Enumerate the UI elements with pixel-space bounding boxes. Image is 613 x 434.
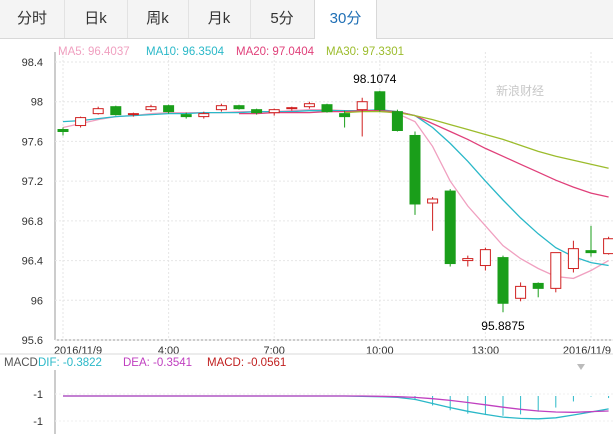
candle-body xyxy=(145,106,157,111)
x-tick-label: 13:00 xyxy=(472,345,500,357)
x-tick-label: 4:00 xyxy=(158,345,179,357)
candlestick-chart: 98.4 98 97.6 97.2 96.8 96.4 96 95.6 2016/11/9 4:0… xyxy=(0,46,613,434)
dif-line xyxy=(63,395,609,420)
ma-legend-3: MA30: 97.3301 xyxy=(326,46,404,58)
candle-body xyxy=(268,109,280,114)
candle-body xyxy=(427,198,439,204)
scroll-down-icon xyxy=(577,364,585,370)
tab-5[interactable]: 30分 xyxy=(314,0,377,39)
x-tick-label: 2016/11/9 xyxy=(563,345,611,357)
candle-body xyxy=(233,105,245,110)
tab-0[interactable]: 分时 xyxy=(0,0,65,38)
macd-legend-2: DEA: -0.3541 xyxy=(123,357,192,369)
ma-legend-2: MA20: 97.0404 xyxy=(236,46,315,58)
candle-body xyxy=(215,105,227,111)
period-tab-bar: 分时 日k 周k 月k 5分 30分 xyxy=(0,0,613,39)
macd-legend-1: DIF: -0.3822 xyxy=(38,357,102,369)
candle-body xyxy=(321,104,333,113)
candle-body xyxy=(567,248,579,270)
candle-body xyxy=(585,250,597,254)
dea-line xyxy=(63,395,609,413)
candle-body xyxy=(57,129,69,132)
candle-body xyxy=(462,258,474,262)
candle-body xyxy=(532,282,544,289)
candle-body xyxy=(127,113,139,116)
candle-body xyxy=(479,249,491,267)
candle-body xyxy=(110,106,122,116)
candle-body xyxy=(356,101,368,111)
x-tick-label: 7:00 xyxy=(263,345,284,357)
candle-body xyxy=(515,285,527,299)
candle-body xyxy=(163,105,175,113)
tab-1[interactable]: 日k xyxy=(64,0,128,38)
candle-body xyxy=(92,108,104,115)
y-tick-label: 97.2 xyxy=(22,176,43,188)
candle-body xyxy=(339,113,351,118)
candle-body xyxy=(286,107,298,110)
tab-3[interactable]: 月k xyxy=(188,0,251,38)
candle-body xyxy=(180,114,192,118)
ma-legend-1: MA10: 96.3504 xyxy=(146,46,225,58)
candle-body xyxy=(444,190,456,265)
candle-body xyxy=(391,111,403,132)
macd-legend-0: MACD xyxy=(4,357,38,369)
macd-tick-label: -1 xyxy=(33,389,43,401)
y-tick-label: 95.6 xyxy=(22,335,43,347)
macd-tick-label: -1 xyxy=(33,416,43,428)
candle-body xyxy=(409,134,421,205)
ma-legend-0: MA5: 96.4037 xyxy=(58,46,130,58)
ma-line-ma10 xyxy=(62,109,609,267)
low-annotation: 95.8875 xyxy=(481,319,525,333)
candle-body xyxy=(198,113,210,118)
candle-body xyxy=(374,91,386,111)
y-tick-label: 96 xyxy=(31,295,43,307)
y-tick-label: 98 xyxy=(31,97,43,109)
watermark-text: 新浪财经 xyxy=(496,83,544,98)
ma-line-ma30 xyxy=(344,110,609,169)
candle-body xyxy=(497,257,509,304)
candle-body xyxy=(251,109,263,114)
tab-2[interactable]: 周k xyxy=(127,0,189,38)
ma-line-ma20 xyxy=(239,110,609,198)
y-tick-label: 96.4 xyxy=(22,256,43,268)
high-annotation: 98.1074 xyxy=(353,72,397,86)
candle-body xyxy=(550,252,562,289)
candle-body xyxy=(303,103,315,108)
y-tick-label: 98.4 xyxy=(22,57,43,69)
x-tick-label: 10:00 xyxy=(366,345,394,357)
candle-body xyxy=(603,238,613,255)
tab-4[interactable]: 5分 xyxy=(250,0,315,38)
ma-line-ma5 xyxy=(62,109,609,280)
y-tick-label: 96.8 xyxy=(22,216,43,228)
macd-legend-3: MACD: -0.0561 xyxy=(207,357,286,369)
candle-body xyxy=(75,117,87,127)
x-tick-label: 2016/11/9 xyxy=(54,345,102,357)
y-tick-label: 97.6 xyxy=(22,136,43,148)
